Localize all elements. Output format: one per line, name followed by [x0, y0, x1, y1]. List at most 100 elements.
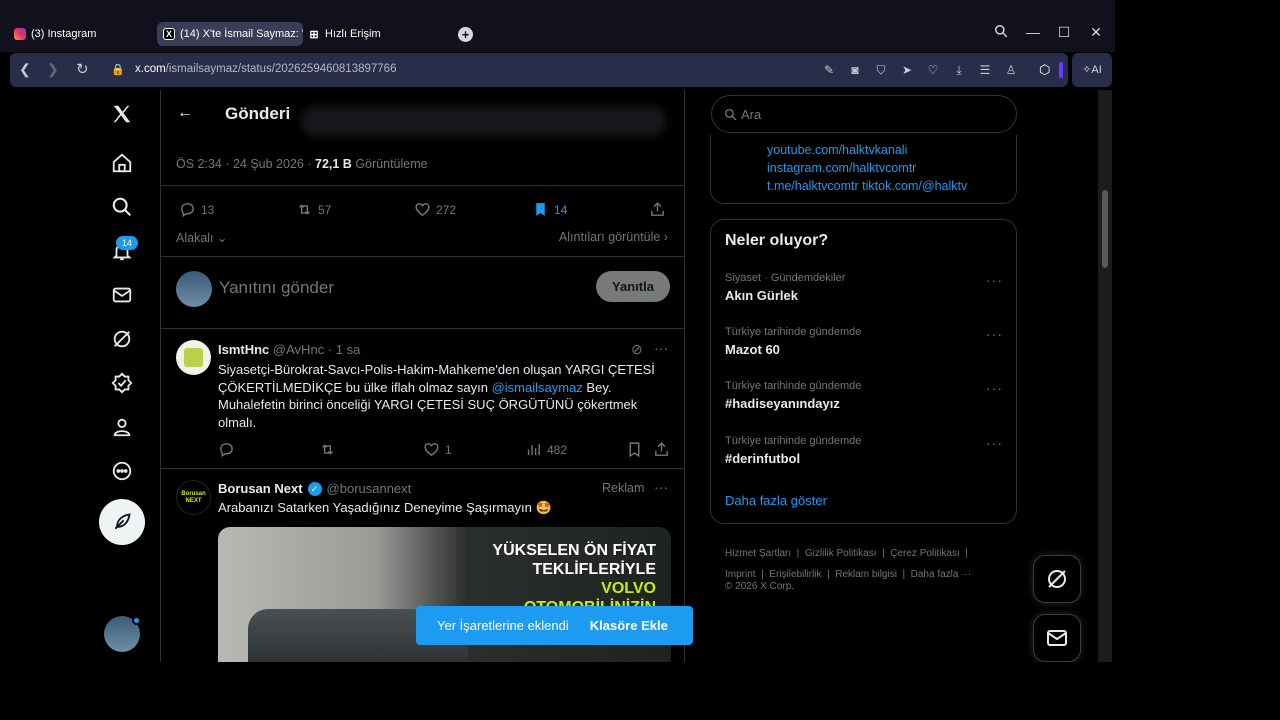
- edit-icon[interactable]: ✎: [821, 62, 837, 78]
- footer-link[interactable]: Imprint: [725, 569, 756, 580]
- show-more-link[interactable]: Daha fazla göster: [725, 493, 827, 508]
- bookmark-action[interactable]: 14: [532, 201, 567, 218]
- footer-link[interactable]: Çerez Politikası: [890, 548, 959, 559]
- camera-icon[interactable]: ◙: [847, 62, 863, 78]
- extension-button[interactable]: ⬡: [1030, 53, 1068, 87]
- profile-bio-card: youtube.com/halktvkanali instagram.com/h…: [710, 135, 1017, 204]
- bookmark-action[interactable]: [626, 441, 648, 458]
- tab-quick-access[interactable]: ⊞ Hızlı Erişim: [308, 22, 381, 46]
- reload-button[interactable]: ↻: [76, 60, 89, 78]
- grok-icon[interactable]: [108, 325, 136, 353]
- more-options-icon[interactable]: ···: [654, 479, 668, 495]
- close-window-button[interactable]: ✕: [1086, 24, 1106, 41]
- share-action[interactable]: [649, 201, 671, 218]
- ad-text: Arabanızı Satarken Yaşadığınız Deneyime …: [218, 500, 552, 515]
- trend-name: #hadiseyanındayız: [725, 396, 840, 411]
- profile-icon[interactable]: ♙: [1003, 62, 1019, 78]
- footer-link[interactable]: Gizlilik Politikası: [805, 548, 877, 559]
- messages-icon[interactable]: [108, 281, 136, 309]
- home-icon[interactable]: [108, 149, 136, 177]
- heart-icon[interactable]: ♡: [925, 62, 941, 78]
- back-arrow-icon[interactable]: ←: [177, 104, 193, 122]
- share-action[interactable]: [653, 441, 675, 458]
- footer-link[interactable]: Daha fazla ···: [911, 569, 972, 580]
- tab-instagram[interactable]: (3) Instagram: [14, 22, 96, 46]
- ad-image-line: TEKLİFLERİYLE: [532, 561, 656, 578]
- add-to-folder-button[interactable]: Klasöre Ekle: [590, 618, 668, 633]
- reply-action[interactable]: [218, 441, 240, 458]
- shield-icon[interactable]: ⛉: [873, 62, 889, 78]
- reply-action[interactable]: 13: [179, 201, 214, 218]
- bio-link[interactable]: youtube.com/halktvkanali: [767, 141, 967, 159]
- trend-name: #derinfutbol: [725, 451, 801, 466]
- relevance-dropdown[interactable]: Alakalı ⌄: [176, 230, 227, 245]
- lock-icon[interactable]: 🔒: [111, 63, 125, 76]
- verified-icon[interactable]: [108, 369, 136, 397]
- reply-input[interactable]: Yanıtını gönder: [219, 278, 334, 298]
- search-tabs-icon[interactable]: [991, 24, 1011, 41]
- download-icon[interactable]: ⤓: [951, 62, 967, 78]
- views-action[interactable]: 482: [525, 441, 567, 458]
- blurred-content: [301, 106, 666, 136]
- trend-name: Mazot 60: [725, 342, 780, 357]
- menu-icon[interactable]: ☰: [977, 62, 993, 78]
- footer-link[interactable]: Reklam bilgisi: [835, 569, 897, 580]
- tab-label: Hızlı Erişim: [325, 28, 381, 40]
- trend-item[interactable]: Siyaset · Gündemdekiler Akın Gürlek ···: [725, 272, 1015, 303]
- repost-action[interactable]: [319, 441, 341, 458]
- reply-tweet-avatar[interactable]: [176, 340, 211, 375]
- like-action[interactable]: 1: [423, 441, 452, 458]
- tab-label: (3) Instagram: [31, 28, 97, 40]
- more-options-icon[interactable]: ···: [986, 435, 1003, 451]
- mention-link[interactable]: @ismailsaymaz: [492, 380, 583, 395]
- grok-icon[interactable]: ⊘: [631, 341, 643, 358]
- scrollbar-thumb[interactable]: [1102, 190, 1108, 268]
- share-icon: [651, 202, 664, 216]
- footer-link[interactable]: Erişilebilirlik: [769, 569, 821, 580]
- like-action[interactable]: 272: [414, 201, 456, 218]
- ad-avatar[interactable]: Borusan NEXT: [176, 480, 211, 515]
- tab-label: (14) X'te İsmail Saymaz: "E: [180, 28, 303, 40]
- tab-x-post[interactable]: X (14) X'te İsmail Saymaz: "E: [157, 22, 303, 46]
- view-quotes-link[interactable]: Alıntıları görüntüle ›: [559, 230, 668, 244]
- bio-link[interactable]: t.me/halktvcomtr tiktok.com/@halktv: [767, 177, 967, 195]
- new-tab-button[interactable]: +: [458, 27, 473, 42]
- trend-item[interactable]: Türkiye tarihinde gündemde Mazot 60 ···: [725, 326, 1015, 357]
- more-options-icon[interactable]: ···: [986, 380, 1003, 396]
- toast-message: Yer İşaretlerine eklendi: [437, 618, 569, 633]
- maximize-button[interactable]: ☐: [1054, 24, 1074, 41]
- forward-button[interactable]: ❯: [47, 61, 59, 78]
- repost-action[interactable]: 57: [296, 201, 331, 218]
- more-options-icon[interactable]: ···: [986, 326, 1003, 342]
- author-name[interactable]: IsmtHnc: [218, 342, 269, 357]
- more-options-icon[interactable]: ···: [654, 340, 668, 356]
- account-avatar[interactable]: [104, 616, 141, 652]
- messages-floating-button[interactable]: [1033, 614, 1081, 662]
- browser-window: (3) Instagram X (14) X'te İsmail Saymaz:…: [0, 0, 1115, 662]
- more-options-icon[interactable]: ···: [986, 272, 1003, 288]
- profile-icon[interactable]: [108, 413, 136, 441]
- scrollbar-track[interactable]: [1098, 90, 1112, 662]
- bio-link[interactable]: instagram.com/halktvcomtr: [767, 159, 967, 177]
- compose-post-button[interactable]: [99, 499, 145, 545]
- minimize-button[interactable]: —: [1023, 24, 1043, 40]
- url-field[interactable]: x.com/ismailsaymaz/status/20262594608138…: [135, 63, 396, 75]
- more-circle-icon[interactable]: [108, 457, 136, 485]
- ad-image-line: YÜKSELEN ÖN FİYAT: [492, 542, 656, 559]
- author-handle[interactable]: @AvHnc · 1 sa: [273, 342, 360, 357]
- search-icon[interactable]: [108, 193, 136, 221]
- ad-author-handle[interactable]: @borusannext: [327, 481, 412, 496]
- reply-button[interactable]: Yanıtla: [596, 271, 670, 302]
- x-logo-icon[interactable]: [108, 100, 136, 128]
- footer-separator: |: [755, 569, 770, 580]
- grok-floating-button[interactable]: [1033, 555, 1081, 603]
- footer-link[interactable]: Hizmet Şartları: [725, 548, 791, 559]
- send-icon[interactable]: ➤: [899, 62, 915, 78]
- trend-item[interactable]: Türkiye tarihinde gündemde #hadiseyanınd…: [725, 380, 1015, 411]
- search-box[interactable]: Ara: [711, 95, 1017, 133]
- ad-author-name[interactable]: Borusan Next: [218, 481, 303, 496]
- page-title: Gönderi: [225, 104, 291, 123]
- ai-button[interactable]: ✧AI: [1072, 53, 1112, 87]
- trend-item[interactable]: Türkiye tarihinde gündemde #derinfutbol …: [725, 435, 1015, 466]
- back-button[interactable]: ❮: [19, 61, 31, 78]
